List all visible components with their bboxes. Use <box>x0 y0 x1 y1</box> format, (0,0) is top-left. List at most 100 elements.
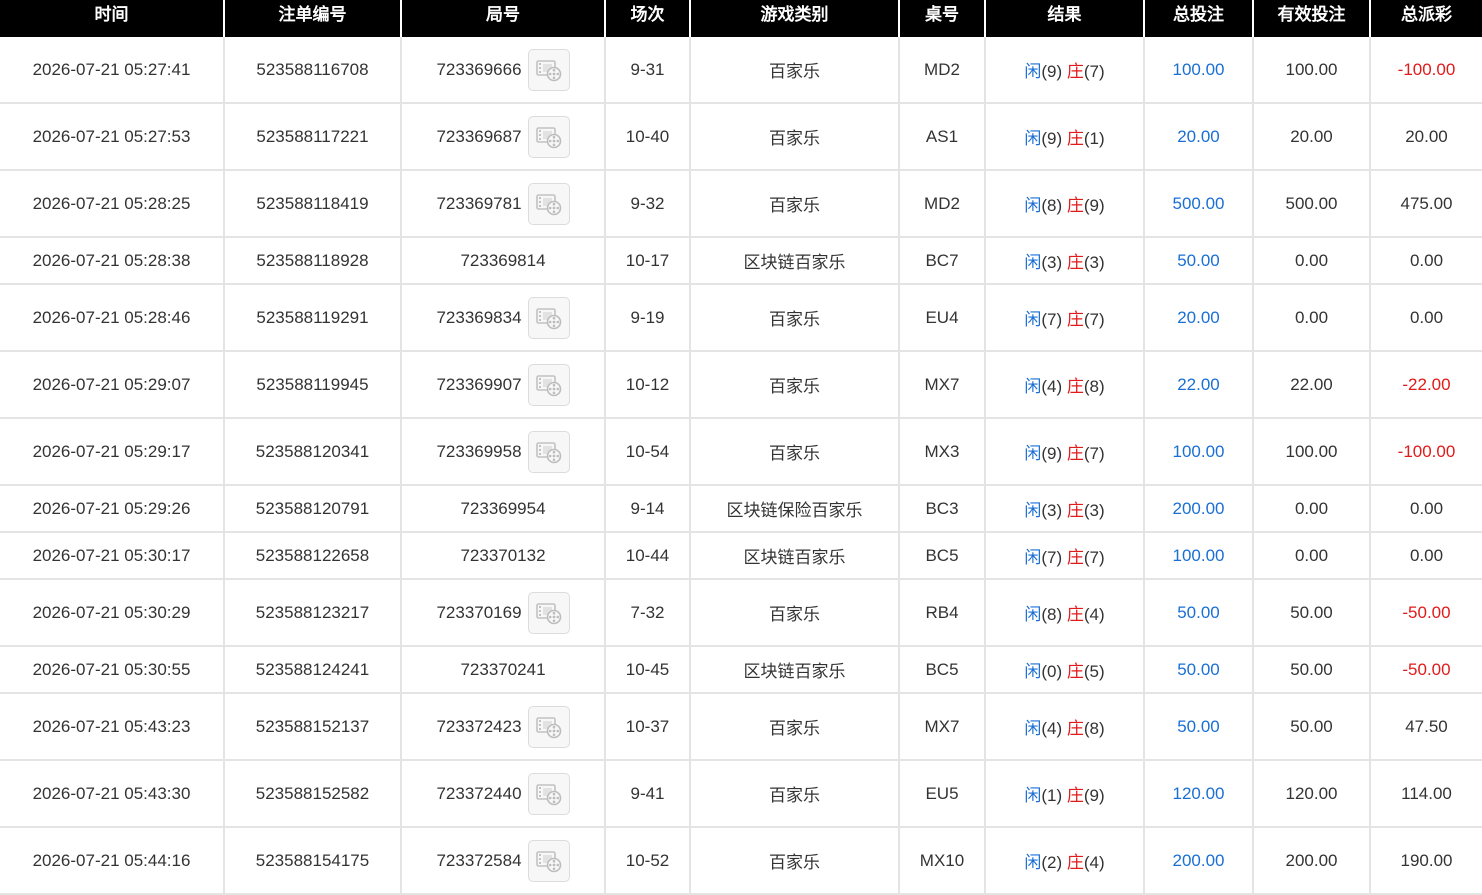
player-label: 闲 <box>1024 377 1042 396</box>
table-header-row: 时间 注单编号 局号 场次 游戏类别 桌号 结果 总投注 有效投注 总派彩 <box>0 0 1482 37</box>
player-score: (2) <box>1041 853 1063 872</box>
video-replay-button[interactable] <box>527 115 570 158</box>
banker-label: 庄 <box>1066 444 1084 463</box>
video-replay-button[interactable] <box>527 839 570 882</box>
round-no-text: 723372440 <box>436 783 522 803</box>
cell-table-no: AS1 <box>899 103 986 171</box>
cell-round-no: 723369907 <box>401 351 606 419</box>
cell-order-no: 523588124241 <box>224 646 402 694</box>
cell-time: 2026-07-21 05:28:38 <box>0 237 225 285</box>
cell-session: 10-54 <box>605 418 691 486</box>
player-score: (4) <box>1041 719 1063 738</box>
cell-result: 闲(8) 庄(4) <box>985 579 1145 647</box>
cell-time: 2026-07-21 05:28:25 <box>0 170 225 238</box>
round-no-text: 723369954 <box>460 498 546 518</box>
col-header-valid-bet: 有效投注 <box>1253 0 1371 37</box>
table-row: 2026-07-21 05:29:17 523588120341 7233699… <box>0 418 1482 486</box>
cell-result: 闲(7) 庄(7) <box>985 284 1145 352</box>
banker-score: (7) <box>1083 310 1105 329</box>
cell-table-no: RB4 <box>899 579 986 647</box>
cell-payout: 0.00 <box>1370 284 1482 352</box>
cell-valid-bet: 0.00 <box>1253 284 1371 352</box>
cell-table-no: MX3 <box>899 418 986 486</box>
video-replay-button[interactable] <box>527 363 570 406</box>
cell-game-type: 区块链保险百家乐 <box>690 485 900 533</box>
player-score: (9) <box>1041 129 1063 148</box>
cell-round-no: 723369781 <box>401 170 606 238</box>
table-row: 2026-07-21 05:30:17 523588122658 7233701… <box>0 532 1482 580</box>
cell-payout: 475.00 <box>1370 170 1482 238</box>
player-label: 闲 <box>1024 253 1042 272</box>
cell-result: 闲(3) 庄(3) <box>985 485 1145 533</box>
cell-valid-bet: 120.00 <box>1253 760 1371 828</box>
player-score: (9) <box>1041 62 1063 81</box>
cell-order-no: 523588122658 <box>224 532 402 580</box>
cell-valid-bet: 0.00 <box>1253 532 1371 580</box>
player-label: 闲 <box>1024 62 1042 81</box>
banker-label: 庄 <box>1066 62 1084 81</box>
video-replay-button[interactable] <box>527 182 570 225</box>
cell-time: 2026-07-21 05:29:26 <box>0 485 225 533</box>
cell-time: 2026-07-21 05:43:30 <box>0 760 225 828</box>
cell-session: 7-32 <box>605 579 691 647</box>
cell-result: 闲(4) 庄(8) <box>985 351 1145 419</box>
cell-result: 闲(0) 庄(5) <box>985 646 1145 694</box>
table-row: 2026-07-21 05:43:30 523588152582 7233724… <box>0 760 1482 828</box>
video-replay-button[interactable] <box>527 772 570 815</box>
cell-valid-bet: 50.00 <box>1253 579 1371 647</box>
round-no-text: 723372423 <box>436 716 522 736</box>
video-replay-button[interactable] <box>527 591 570 634</box>
round-no-text: 723369781 <box>436 193 522 213</box>
video-replay-button[interactable] <box>527 705 570 748</box>
cell-total-bet: 100.00 <box>1144 532 1254 580</box>
banker-score: (7) <box>1083 548 1105 567</box>
cell-valid-bet: 22.00 <box>1253 351 1371 419</box>
col-header-order-no: 注单编号 <box>224 0 402 37</box>
banker-score: (1) <box>1083 129 1105 148</box>
cell-total-bet: 20.00 <box>1144 103 1254 171</box>
cell-result: 闲(9) 庄(1) <box>985 103 1145 171</box>
cell-session: 9-19 <box>605 284 691 352</box>
film-reel-icon <box>535 126 561 148</box>
video-replay-button[interactable] <box>527 296 570 339</box>
cell-valid-bet: 100.00 <box>1253 37 1371 104</box>
cell-table-no: EU4 <box>899 284 986 352</box>
player-score: (0) <box>1041 662 1063 681</box>
cell-order-no: 523588117221 <box>224 103 402 171</box>
video-replay-button[interactable] <box>527 430 570 473</box>
cell-order-no: 523588118928 <box>224 237 402 285</box>
cell-time: 2026-07-21 05:27:41 <box>0 37 225 104</box>
cell-table-no: BC3 <box>899 485 986 533</box>
player-label: 闲 <box>1024 548 1042 567</box>
cell-payout: 190.00 <box>1370 827 1482 895</box>
cell-result: 闲(9) 庄(7) <box>985 37 1145 104</box>
film-reel-icon <box>535 716 561 738</box>
cell-time: 2026-07-21 05:30:55 <box>0 646 225 694</box>
cell-time: 2026-07-21 05:29:17 <box>0 418 225 486</box>
player-score: (1) <box>1041 786 1063 805</box>
cell-table-no: MD2 <box>899 37 986 104</box>
table-row: 2026-07-21 05:30:29 523588123217 7233701… <box>0 579 1482 647</box>
cell-session: 10-40 <box>605 103 691 171</box>
cell-order-no: 523588154175 <box>224 827 402 895</box>
cell-payout: 0.00 <box>1370 485 1482 533</box>
player-label: 闲 <box>1024 129 1042 148</box>
cell-game-type: 百家乐 <box>690 693 900 761</box>
film-reel-icon <box>535 441 561 463</box>
cell-payout: 0.00 <box>1370 237 1482 285</box>
round-no-text: 723370169 <box>436 602 522 622</box>
table-row: 2026-07-21 05:27:53 523588117221 7233696… <box>0 103 1482 171</box>
cell-order-no: 523588123217 <box>224 579 402 647</box>
cell-round-no: 723372423 <box>401 693 606 761</box>
cell-time: 2026-07-21 05:29:07 <box>0 351 225 419</box>
round-no-text: 723369666 <box>436 59 522 79</box>
banker-score: (3) <box>1083 501 1105 520</box>
round-no-text: 723369814 <box>460 250 546 270</box>
cell-session: 10-17 <box>605 237 691 285</box>
cell-valid-bet: 500.00 <box>1253 170 1371 238</box>
cell-total-bet: 200.00 <box>1144 485 1254 533</box>
video-replay-button[interactable] <box>527 48 570 91</box>
col-header-total-bet: 总投注 <box>1144 0 1254 37</box>
cell-result: 闲(2) 庄(4) <box>985 827 1145 895</box>
player-score: (7) <box>1041 310 1063 329</box>
